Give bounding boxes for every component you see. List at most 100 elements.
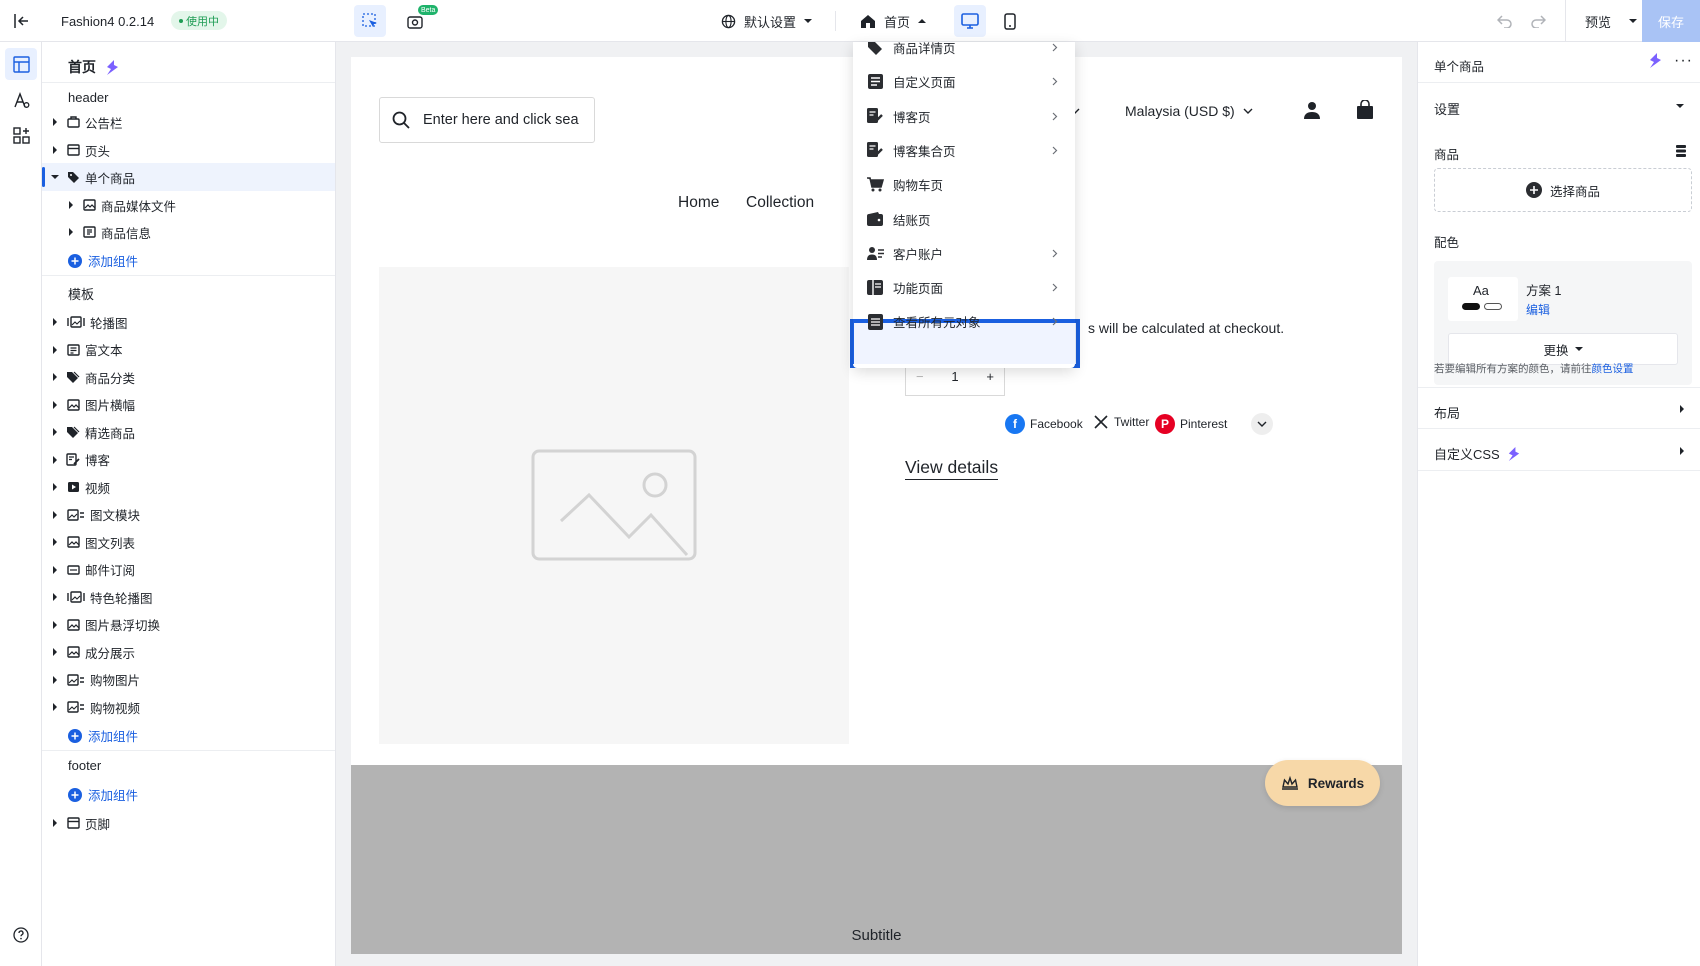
tree-item-template-6[interactable]: 视频	[42, 473, 335, 501]
caret-right-icon[interactable]	[50, 675, 60, 685]
select-tool-button[interactable]	[354, 5, 386, 37]
rewards-button[interactable]: Rewards	[1265, 760, 1380, 806]
tree-item-template-5[interactable]: 博客	[42, 446, 335, 474]
tree-item-template-4[interactable]: 精选商品	[42, 418, 335, 446]
tree-item-template-8[interactable]: 图文列表	[42, 528, 335, 556]
color-settings-link[interactable]: 颜色设置	[1592, 363, 1634, 375]
ai-sparkle-icon[interactable]	[1647, 52, 1664, 69]
caret-right-icon[interactable]	[50, 482, 60, 492]
tree-item-header-1[interactable]: 页头	[42, 136, 335, 164]
tree-item-template-2[interactable]: 商品分类	[42, 363, 335, 391]
share-twitter[interactable]: Twitter	[1093, 414, 1149, 430]
layout-section-toggle[interactable]: 布局	[1434, 403, 1460, 422]
dropdown-item-2[interactable]: 博客页	[853, 98, 1075, 135]
tree-item-template-1[interactable]: 富文本	[42, 336, 335, 364]
settings-dropdown[interactable]: 默认设置	[721, 0, 813, 42]
save-button[interactable]: 保存	[1642, 0, 1700, 42]
add-component-template-button[interactable]: 添加组件	[68, 726, 138, 745]
dropdown-item-4[interactable]: 购物车页	[853, 166, 1075, 203]
tree-item-footer-0[interactable]: 页脚	[42, 809, 335, 837]
footer-subtitle: Subtitle	[851, 927, 902, 944]
chevron-right-icon	[1052, 249, 1058, 258]
account-icon[interactable]	[1303, 101, 1321, 119]
add-component-header-button[interactable]: 添加组件	[68, 251, 138, 270]
caret-right-icon[interactable]	[50, 592, 60, 602]
caret-right-icon[interactable]	[50, 455, 60, 465]
dropdown-item-5[interactable]: 结账页	[853, 201, 1075, 238]
more-options-icon[interactable]: ···	[1674, 52, 1693, 70]
dropdown-item-label: 自定义页面	[893, 76, 956, 91]
caret-down-icon[interactable]	[50, 172, 60, 182]
share-pinterest[interactable]: P Pinterest	[1155, 414, 1227, 434]
choose-product-button[interactable]: 选择商品	[1434, 168, 1692, 212]
caret-right-icon[interactable]	[50, 702, 60, 712]
tree-item-sub-1[interactable]: 商品信息	[42, 218, 335, 246]
exit-icon[interactable]	[5, 5, 37, 37]
dropdown-item-1[interactable]: 自定义页面	[853, 63, 1075, 100]
tree-item-template-11[interactable]: 图片悬浮切换	[42, 611, 335, 639]
apps-tab-button[interactable]	[5, 119, 37, 151]
qty-minus-button[interactable]: −	[916, 369, 924, 384]
redo-button[interactable]	[1522, 5, 1554, 37]
caret-right-icon[interactable]	[50, 537, 60, 547]
tree-item-template-3[interactable]: 图片横幅	[42, 391, 335, 419]
dropdown-item-3[interactable]: 博客集合页	[853, 132, 1075, 169]
currency-selector[interactable]: Malaysia (USD $)	[1125, 103, 1253, 119]
settings-section-toggle[interactable]: 设置	[1434, 99, 1460, 118]
dropdown-item-7[interactable]: 功能页面	[853, 269, 1075, 306]
dropdown-item-label: 博客集合页	[893, 144, 956, 159]
caret-right-icon[interactable]	[50, 317, 60, 327]
ai-sparkle-icon[interactable]	[104, 59, 121, 76]
caret-right-icon[interactable]	[50, 510, 60, 520]
mobile-view-button[interactable]	[994, 5, 1026, 37]
tree-item-label: 商品媒体文件	[101, 199, 177, 214]
share-twitter-label: Twitter	[1114, 415, 1150, 429]
tree-item-sub-0[interactable]: 商品媒体文件	[42, 191, 335, 219]
add-component-footer-button[interactable]: 添加组件	[68, 785, 138, 804]
help-button[interactable]	[5, 919, 37, 951]
cart-icon[interactable]	[1356, 100, 1374, 119]
page-selector[interactable]: 首页	[860, 0, 927, 42]
undo-button[interactable]	[1489, 5, 1521, 37]
tree-item-template-10[interactable]: 特色轮播图	[42, 583, 335, 611]
tree-item-template-12[interactable]: 成分展示	[42, 638, 335, 666]
caret-right-icon[interactable]	[50, 400, 60, 410]
dropdown-item-6[interactable]: 客户账户	[853, 235, 1075, 272]
header-section-label: header	[68, 90, 109, 105]
preview-dropdown[interactable]: 预览	[1585, 0, 1638, 42]
search-icon	[392, 111, 410, 129]
tree-item-header-0[interactable]: 公告栏	[42, 108, 335, 136]
nav-home-link[interactable]: Home	[678, 194, 719, 212]
tree-item-template-0[interactable]: 轮播图	[42, 308, 335, 336]
caret-right-icon[interactable]	[50, 117, 60, 127]
caret-right-icon[interactable]	[66, 200, 76, 210]
caret-right-icon[interactable]	[50, 427, 60, 437]
caret-right-icon[interactable]	[50, 620, 60, 630]
caret-right-icon[interactable]	[50, 818, 60, 828]
tree-item-template-9[interactable]: 邮件订阅	[42, 556, 335, 584]
dropdown-item-8[interactable]: 查看所有元对象	[853, 303, 1075, 340]
custom-css-section-toggle[interactable]: 自定义CSS	[1434, 444, 1522, 463]
caret-right-icon[interactable]	[66, 227, 76, 237]
caret-right-icon[interactable]	[50, 647, 60, 657]
desktop-view-button[interactable]	[954, 5, 986, 37]
caret-right-icon[interactable]	[50, 345, 60, 355]
caret-right-icon[interactable]	[50, 565, 60, 575]
tree-item-template-13[interactable]: 购物图片	[42, 666, 335, 694]
view-details-link[interactable]: View details	[905, 457, 999, 480]
layout-tab-button[interactable]	[5, 48, 37, 80]
edit-scheme-link[interactable]: 编辑	[1526, 301, 1550, 318]
tree-item-template-14[interactable]: 购物视频	[42, 693, 335, 721]
caret-right-icon[interactable]	[50, 145, 60, 155]
tree-item-template-7[interactable]: 图文模块	[42, 501, 335, 529]
share-facebook[interactable]: f Facebook	[1005, 414, 1083, 434]
theme-tab-button[interactable]	[5, 84, 37, 116]
share-more-button[interactable]	[1251, 413, 1273, 435]
pinterest-icon: P	[1155, 414, 1175, 434]
tree-item-header-2[interactable]: 单个商品	[42, 163, 335, 191]
qty-plus-button[interactable]: +	[986, 369, 994, 384]
caret-right-icon[interactable]	[50, 372, 60, 382]
tree-item-label: 商品信息	[101, 226, 152, 241]
nav-collection-link[interactable]: Collection	[746, 194, 814, 212]
store-search-box[interactable]: Enter here and click sea	[379, 97, 595, 143]
